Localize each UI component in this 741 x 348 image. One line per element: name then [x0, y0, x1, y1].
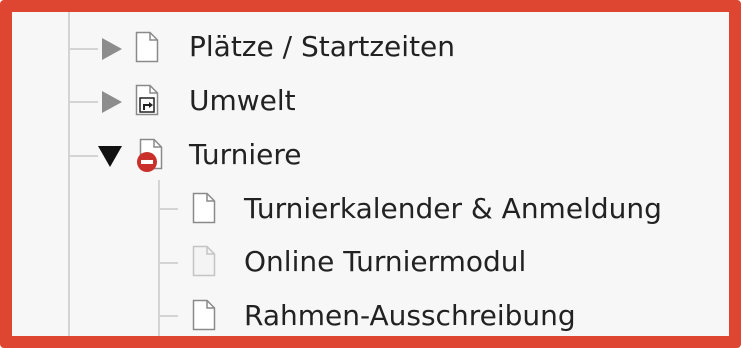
- tree-guide-line: [68, 48, 98, 50]
- tree-item-label[interactable]: Turniere: [189, 138, 302, 172]
- triangle-down-icon[interactable]: [96, 142, 124, 170]
- triangle-right-icon[interactable]: [98, 88, 126, 116]
- tree-item-label[interactable]: Umwelt: [189, 84, 296, 118]
- tree-item-label[interactable]: Plätze / Startzeiten: [189, 30, 455, 64]
- tree-guide-line: [68, 12, 70, 336]
- tree-item-label[interactable]: Online Turniermodul: [244, 245, 526, 279]
- tree-guide-line: [158, 208, 178, 210]
- page-disabled-icon: [192, 245, 216, 277]
- highlight-frame: Plätze / Startzeiten Umwelt Turniere Tur…: [0, 0, 741, 348]
- page-icon: [192, 299, 216, 331]
- page-icon: [192, 192, 216, 224]
- triangle-right-icon[interactable]: [98, 35, 126, 63]
- tree-guide-line: [68, 101, 98, 103]
- page-tree: Plätze / Startzeiten Umwelt Turniere Tur…: [12, 12, 729, 336]
- page-hidden-icon: [135, 138, 163, 172]
- tree-guide-line: [68, 155, 98, 157]
- tree-guide-line: [158, 262, 178, 264]
- tree-item-label[interactable]: Turnierkalender & Anmeldung: [244, 192, 662, 226]
- page-icon: [135, 31, 159, 63]
- tree-guide-line: [158, 180, 160, 336]
- page-shortcut-icon: [135, 84, 159, 116]
- tree-guide-line: [158, 315, 178, 317]
- tree-item-label[interactable]: Rahmen-Ausschreibung: [244, 299, 576, 333]
